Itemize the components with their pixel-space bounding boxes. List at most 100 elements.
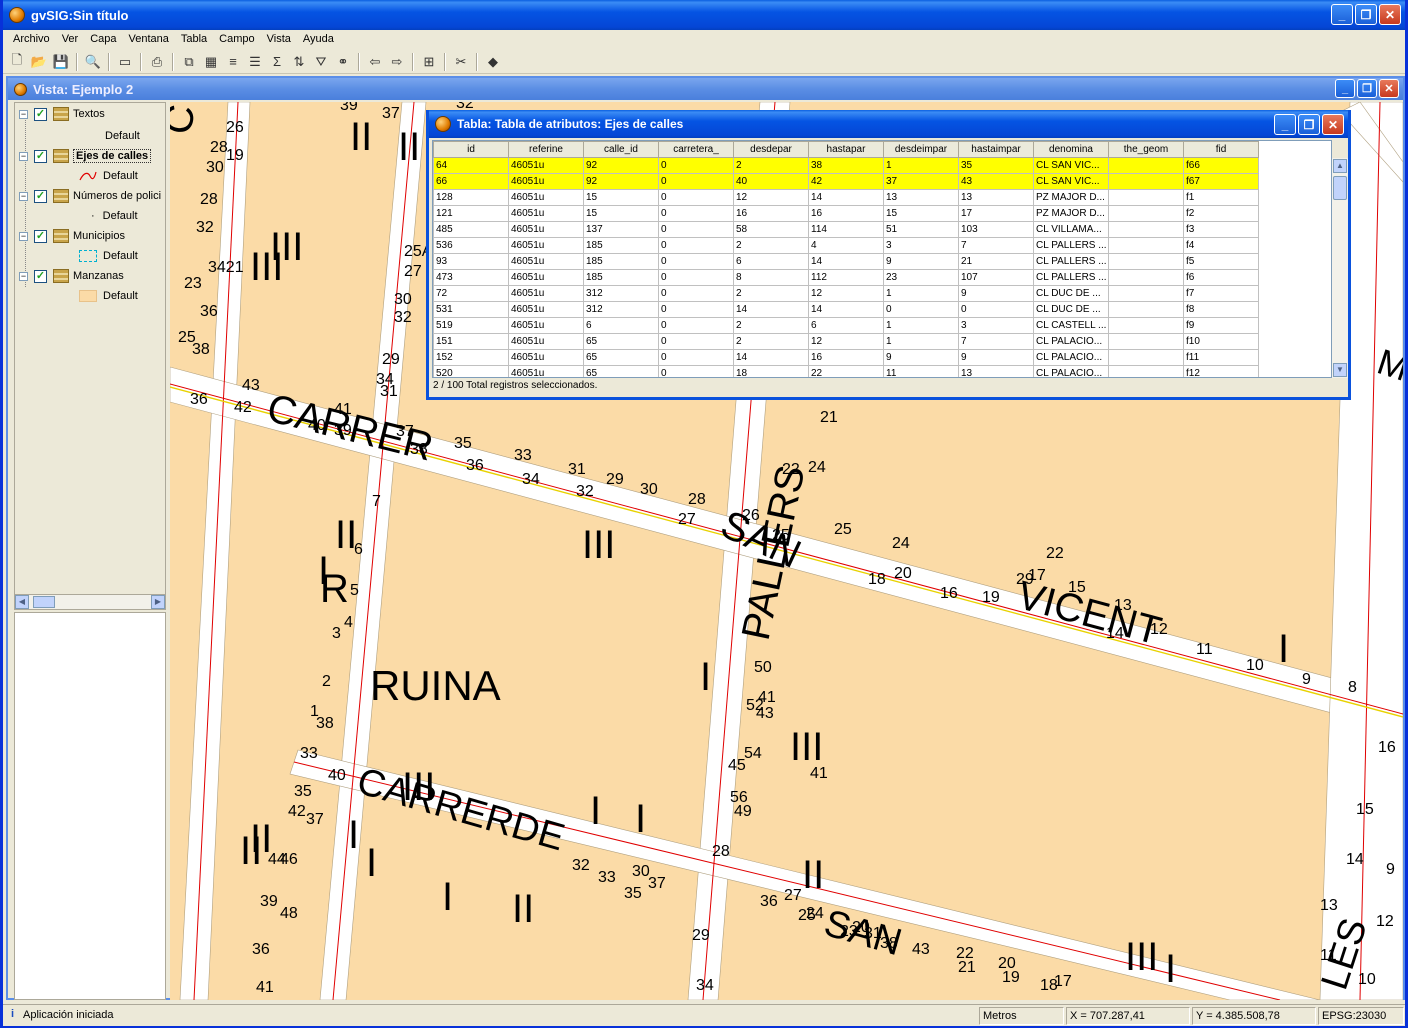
- table-row[interactable]: 531 46051u 312 0 14 14 0 0 CL DUC DE ... f8: [433, 301, 1259, 318]
- table-cell[interactable]: [1108, 173, 1184, 190]
- table-cell[interactable]: 65: [583, 365, 659, 377]
- toc-layer-numeros[interactable]: − ✓ Números de polici: [19, 187, 161, 205]
- table-cell[interactable]: f12: [1183, 365, 1259, 377]
- table-cell[interactable]: 72: [433, 285, 509, 302]
- table-cell[interactable]: 473: [433, 269, 509, 286]
- table-cell[interactable]: 12: [733, 189, 809, 206]
- table-cell[interactable]: 0: [658, 221, 734, 238]
- table-cell[interactable]: 107: [958, 269, 1034, 286]
- minimize-button[interactable]: _: [1331, 4, 1353, 25]
- layer-visibility-checkbox[interactable]: ✓: [34, 149, 47, 163]
- table-cell[interactable]: f5: [1183, 253, 1259, 270]
- table-cell[interactable]: CL CASTELL ...: [1033, 317, 1109, 334]
- table-cell[interactable]: 0: [658, 173, 734, 190]
- table-cell[interactable]: 13: [958, 189, 1034, 206]
- table-cell[interactable]: 0: [658, 349, 734, 366]
- eraser-icon[interactable]: ◆: [483, 52, 503, 72]
- table-cell[interactable]: 6: [733, 253, 809, 270]
- table-cell[interactable]: 16: [808, 205, 884, 222]
- table-cell[interactable]: 22: [808, 365, 884, 377]
- table-cell[interactable]: 16: [733, 205, 809, 222]
- column-header-fid[interactable]: fid: [1183, 141, 1259, 158]
- view-minimize-button[interactable]: _: [1335, 79, 1355, 98]
- table-cell[interactable]: [1108, 317, 1184, 334]
- column-header-referine[interactable]: referine: [508, 141, 584, 158]
- table-cell[interactable]: 8: [733, 269, 809, 286]
- table-cell[interactable]: 13: [883, 189, 959, 206]
- table-cell[interactable]: 11: [883, 365, 959, 377]
- column-header-id[interactable]: id: [433, 141, 509, 158]
- table-cell[interactable]: 103: [958, 221, 1034, 238]
- table-cell[interactable]: 312: [583, 285, 659, 302]
- table-cell[interactable]: 6: [583, 317, 659, 334]
- layer-visibility-checkbox[interactable]: ✓: [34, 229, 47, 243]
- menu-archivo[interactable]: Archivo: [7, 33, 56, 45]
- table-cell[interactable]: f3: [1183, 221, 1259, 238]
- table-cell[interactable]: 2: [733, 317, 809, 334]
- table-cell[interactable]: 531: [433, 301, 509, 318]
- table-cell[interactable]: 519: [433, 317, 509, 334]
- table-cell[interactable]: 51: [883, 221, 959, 238]
- table-cell[interactable]: 114: [808, 221, 884, 238]
- table-cell[interactable]: 65: [583, 349, 659, 366]
- table-row[interactable]: 536 46051u 185 0 2 4 3 7 CL PALLERS ... f4: [433, 237, 1259, 254]
- table-row[interactable]: 152 46051u 65 0 14 16 9 9 CL PALACIO... f11: [433, 349, 1259, 366]
- table-cell[interactable]: 46051u: [508, 221, 584, 238]
- scroll-left-icon[interactable]: ◀: [15, 595, 29, 609]
- table-cell[interactable]: CL SAN VIC...: [1033, 173, 1109, 190]
- table-cell[interactable]: 7: [958, 237, 1034, 254]
- table-cell[interactable]: 92: [583, 157, 659, 174]
- toc-layer-manzanas[interactable]: − ✓ Manzanas: [19, 267, 124, 285]
- table-cell[interactable]: 0: [658, 301, 734, 318]
- collapse-icon[interactable]: −: [19, 231, 28, 241]
- menu-tabla[interactable]: Tabla: [175, 33, 213, 45]
- table-cell[interactable]: CL PALLERS ...: [1033, 237, 1109, 254]
- table-cell[interactable]: 520: [433, 365, 509, 377]
- column-header-desdeimpar[interactable]: desdeimpar: [883, 141, 959, 158]
- table-cell[interactable]: 58: [733, 221, 809, 238]
- table-cell[interactable]: 92: [583, 173, 659, 190]
- table-cell[interactable]: f4: [1183, 237, 1259, 254]
- scroll-up-icon[interactable]: ▲: [1333, 159, 1347, 173]
- scroll-thumb[interactable]: [33, 596, 55, 608]
- menu-ventana[interactable]: Ventana: [123, 33, 175, 45]
- table-cell[interactable]: 312: [583, 301, 659, 318]
- table-cell[interactable]: [1108, 205, 1184, 222]
- table-cell[interactable]: 1: [883, 157, 959, 174]
- table-row[interactable]: 121 46051u 15 0 16 16 15 17 PZ MAJOR D... f2: [433, 205, 1259, 222]
- table-cell[interactable]: [1108, 237, 1184, 254]
- layer-visibility-checkbox[interactable]: ✓: [34, 107, 47, 121]
- table-cell[interactable]: f10: [1183, 333, 1259, 350]
- table-cell[interactable]: 46051u: [508, 269, 584, 286]
- column-header-denomina[interactable]: denomina: [1033, 141, 1109, 158]
- table-cell[interactable]: f67: [1183, 173, 1259, 190]
- table-cell[interactable]: 2: [733, 333, 809, 350]
- main-titlebar[interactable]: gvSIG:Sin título _ ❐ ✕: [3, 0, 1405, 30]
- table-cell[interactable]: 4: [808, 237, 884, 254]
- table-row[interactable]: 64 46051u 92 0 2 38 1 35 CL SAN VIC... f66: [433, 157, 1259, 174]
- overview-panel[interactable]: [14, 612, 166, 1000]
- table-cell[interactable]: 46051u: [508, 365, 584, 377]
- view-titlebar[interactable]: Vista: Ejemplo 2 _ ❐ ✕: [8, 78, 1403, 100]
- print-icon[interactable]: ⎙: [147, 52, 167, 72]
- table-cell[interactable]: 12: [808, 285, 884, 302]
- column-header-desdepar[interactable]: desdepar: [733, 141, 809, 158]
- frame-icon[interactable]: ▭: [115, 52, 135, 72]
- maximize-button[interactable]: ❐: [1355, 4, 1377, 25]
- table-cell[interactable]: 18: [733, 365, 809, 377]
- table-cell[interactable]: [1108, 253, 1184, 270]
- table-cell[interactable]: [1108, 221, 1184, 238]
- table-cell[interactable]: [1108, 269, 1184, 286]
- table-cell[interactable]: 121: [433, 205, 509, 222]
- table-row[interactable]: 519 46051u 6 0 2 6 1 3 CL CASTELL ... f9: [433, 317, 1259, 334]
- table-cell[interactable]: f2: [1183, 205, 1259, 222]
- table-minimize-button[interactable]: _: [1274, 114, 1296, 135]
- sort-icon[interactable]: ⇅: [289, 52, 309, 72]
- table-cell[interactable]: 37: [883, 173, 959, 190]
- table-cell[interactable]: PZ MAJOR D...: [1033, 189, 1109, 206]
- scroll-right-icon[interactable]: ▶: [151, 595, 165, 609]
- toc-layer-municipios[interactable]: − ✓ Municipios: [19, 227, 125, 245]
- table-cell[interactable]: 64: [433, 157, 509, 174]
- table-cell[interactable]: [1108, 285, 1184, 302]
- table-cell[interactable]: 46051u: [508, 173, 584, 190]
